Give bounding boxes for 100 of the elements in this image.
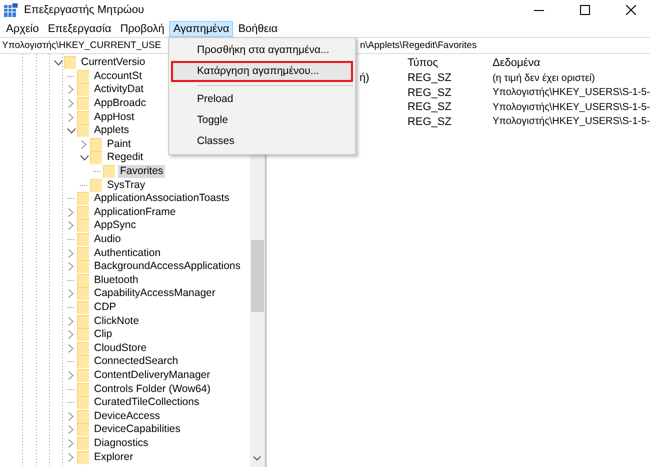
value-type: REG_SZ: [407, 72, 452, 84]
tree-item[interactable]: ClickNote: [92, 314, 141, 328]
menu-item[interactable]: Προβολή: [116, 20, 168, 36]
chevron-right-icon[interactable]: [68, 438, 74, 448]
folder-icon: [90, 151, 102, 164]
chevron-right-icon[interactable]: [68, 248, 74, 258]
tree-item[interactable]: AppSync: [92, 219, 138, 232]
chevron-right-icon[interactable]: [68, 99, 74, 108]
folder-icon: [77, 206, 89, 219]
tree-item[interactable]: Clip: [92, 328, 114, 342]
chevron-right-icon[interactable]: [68, 85, 74, 94]
chevron-right-icon[interactable]: [68, 289, 74, 298]
folder-icon: [103, 165, 115, 178]
folder-icon: [77, 260, 89, 274]
tree-item[interactable]: ApplicationAssociationToasts: [92, 192, 232, 206]
chevron-right-icon[interactable]: [68, 112, 74, 122]
tree-item[interactable]: CloudStore: [92, 342, 149, 355]
folder-icon: [77, 342, 89, 355]
tree-item[interactable]: DeviceCapabilities: [92, 423, 182, 436]
chevron-right-icon[interactable]: [68, 344, 74, 353]
column-header[interactable]: Τύπος: [407, 56, 492, 68]
folder-icon: [77, 274, 89, 287]
tree-item[interactable]: Controls Folder (Wow64): [92, 382, 213, 396]
tree-item[interactable]: Favorites: [118, 165, 166, 178]
scrollbar-thumb[interactable]: [251, 240, 264, 312]
value-type: REG_SZ: [407, 86, 452, 99]
folder-icon: [77, 70, 89, 83]
menu-option[interactable]: Κατάργηση αγαπημένου...: [171, 61, 353, 82]
tree-item[interactable]: CDP: [92, 300, 118, 314]
tree-item[interactable]: CuratedTileCollections: [92, 396, 202, 410]
chevron-right-icon[interactable]: [81, 140, 87, 149]
menu-item[interactable]: Αρχείο: [2, 20, 43, 36]
folder-icon: [77, 110, 89, 124]
tree-item[interactable]: ActivityDat: [92, 83, 146, 96]
chevron-right-icon[interactable]: [68, 412, 74, 421]
menu-option[interactable]: Toggle: [171, 110, 353, 131]
folder-icon: [77, 328, 89, 342]
tree-item[interactable]: CurrentVersio: [79, 56, 148, 70]
chevron-right-icon[interactable]: [68, 370, 74, 380]
menu-option[interactable]: Preload: [171, 89, 353, 110]
folder-icon: [77, 368, 89, 382]
tree-item[interactable]: AccountSt: [92, 70, 144, 83]
folder-icon: [77, 396, 89, 410]
tree-item[interactable]: Authentication: [92, 246, 163, 260]
folder-icon: [77, 423, 89, 436]
tree-item[interactable]: ApplicationFrame: [92, 206, 178, 219]
tree-item[interactable]: Explorer: [92, 450, 136, 464]
tree-item[interactable]: Bluetooth: [92, 274, 140, 287]
tree-item[interactable]: DeviceAccess: [92, 410, 162, 423]
maximize-icon[interactable]: [580, 5, 590, 15]
folder-icon: [77, 450, 89, 464]
tree-item[interactable]: Regedit: [105, 151, 146, 164]
folder-icon: [77, 410, 89, 423]
tree-item[interactable]: AppBroadc: [92, 97, 148, 110]
folder-icon: [90, 178, 102, 192]
folder-icon: [77, 300, 89, 314]
tree-item[interactable]: Diagnostics: [92, 436, 150, 450]
folder-icon: [77, 436, 89, 450]
tree-item[interactable]: Applets: [92, 124, 132, 138]
tree-item[interactable]: ContentDeliveryManager: [92, 368, 212, 382]
value-data: Υπολογιστής\HKEY_USERS\S-1-5-: [492, 102, 650, 113]
chevron-right-icon[interactable]: [68, 221, 74, 230]
chevron-down-icon[interactable]: [80, 154, 88, 161]
menu-item[interactable]: Βοήθεια: [234, 20, 282, 36]
folder-icon: [64, 56, 76, 70]
chevron-right-icon[interactable]: [68, 330, 74, 340]
folder-icon: [77, 287, 89, 300]
chevron-right-icon[interactable]: [68, 262, 74, 272]
folder-icon: [77, 382, 89, 396]
tree-item[interactable]: ConnectedSearch: [92, 355, 180, 368]
folder-icon: [77, 97, 89, 110]
folder-icon: [77, 233, 89, 246]
value-data: Υπολογιστής\HKEY_USERS\S-1-5-: [492, 116, 650, 128]
menu-option[interactable]: Προσθήκη στα αγαπημένα...: [171, 40, 353, 61]
tree-item[interactable]: CapabilityAccessManager: [92, 287, 218, 300]
folder-icon: [77, 314, 89, 328]
scroll-down-icon[interactable]: [253, 456, 262, 461]
tree-item[interactable]: AppHost: [92, 110, 136, 124]
chevron-down-icon[interactable]: [66, 128, 76, 134]
value-data: Υπολογιστής\HKEY_USERS\S-1-5-: [492, 87, 650, 98]
menu-item[interactable]: Αγαπημένα: [169, 20, 234, 36]
menu-option[interactable]: Classes: [171, 131, 353, 152]
column-header[interactable]: Δεδομένα: [492, 56, 540, 68]
tree-item[interactable]: Paint: [105, 138, 133, 151]
close-icon[interactable]: [626, 5, 636, 15]
tree-item[interactable]: SysTray: [105, 178, 148, 192]
chevron-right-icon[interactable]: [68, 425, 74, 434]
tree-item[interactable]: BackgroundAccessApplications: [92, 260, 242, 274]
chevron-right-icon[interactable]: [68, 452, 74, 462]
chevron-right-icon[interactable]: [68, 316, 74, 326]
folder-icon: [77, 219, 89, 232]
tree-item[interactable]: Audio: [92, 233, 123, 246]
folder-icon: [77, 124, 89, 138]
registry-editor-icon: [4, 3, 18, 17]
folder-icon: [90, 138, 102, 151]
menu-item[interactable]: Επεξεργασία: [44, 20, 116, 36]
value-type: REG_SZ: [407, 101, 452, 114]
folder-icon: [77, 246, 89, 260]
chevron-right-icon[interactable]: [68, 208, 74, 217]
chevron-down-icon[interactable]: [54, 60, 62, 66]
